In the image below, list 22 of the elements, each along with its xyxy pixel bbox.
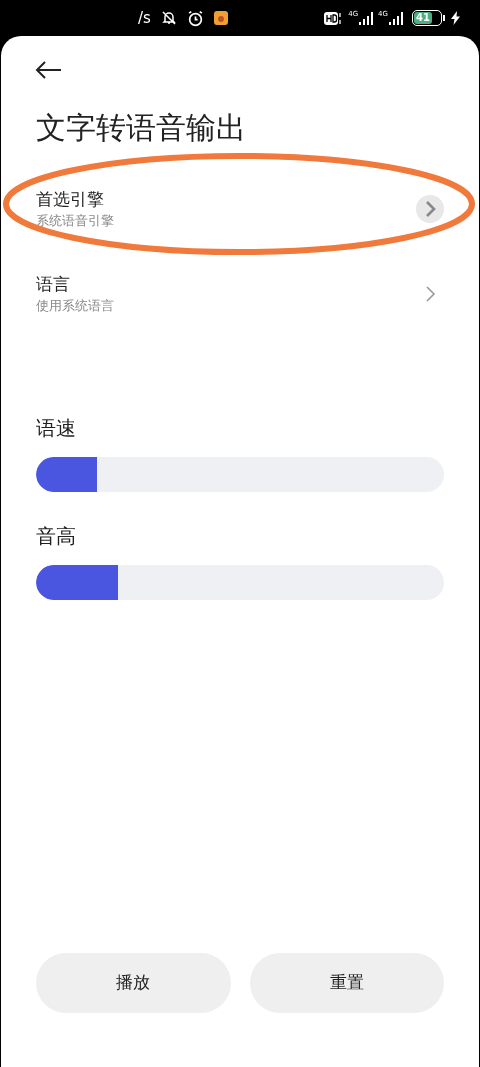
alarm-clock-icon: [186, 9, 204, 27]
signal-icon: [358, 10, 375, 26]
charging-icon: [451, 11, 460, 25]
slider-track[interactable]: [36, 565, 444, 600]
slider-label: 语速: [36, 415, 77, 442]
slider-fill[interactable]: [36, 457, 98, 492]
page-title: 文字转语音输出: [36, 109, 247, 147]
action-button[interactable]: 重置: [249, 953, 444, 1013]
network-speed: /s: [138, 7, 151, 29]
setting-subtitle: 使用系统语言: [36, 296, 114, 315]
slider-label: 音高: [36, 523, 77, 550]
setting-title: 语言: [36, 272, 71, 296]
app-notification-icon: [213, 11, 228, 25]
action-button[interactable]: 播放: [36, 953, 231, 1013]
battery-level: 41: [414, 12, 432, 24]
setting-subtitle: 系统语音引擎: [36, 211, 114, 230]
signal-icon: [388, 10, 404, 26]
slider-track[interactable]: [36, 457, 444, 492]
bell-off-icon: [160, 10, 177, 26]
setting-row[interactable]: 语言 使用系统语言: [36, 251, 444, 336]
setting-title: 首选引擎: [36, 187, 105, 211]
slider-fill[interactable]: [36, 565, 118, 600]
